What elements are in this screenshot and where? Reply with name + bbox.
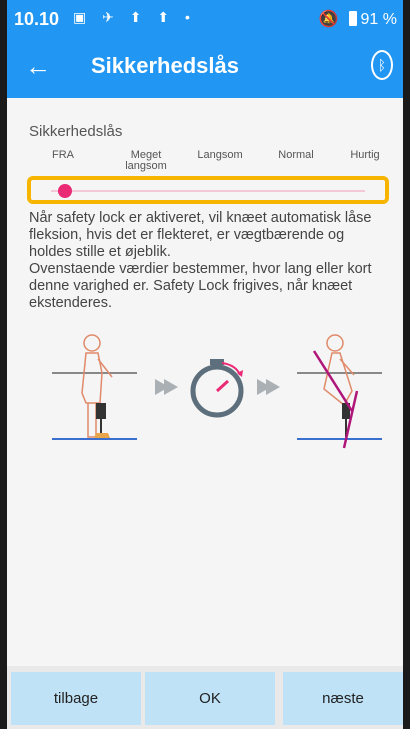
slider-label-langsom: Langsom [197,149,243,161]
phone-screen: 10.10 ▣ ✈ ⬆ ⬆ • 🔕 91 % ← Sikkerhedslås ᛒ … [7,0,403,729]
status-bar: 10.10 ▣ ✈ ⬆ ⬆ • 🔕 91 % [7,0,403,36]
back-button[interactable]: tilbage [11,672,141,725]
arrow-right-icon [155,379,178,395]
slider-label-normal: Normal [278,149,314,161]
safety-lock-illustration [52,334,382,449]
slider-label-fra: FRA [52,149,74,161]
standing-person-figure [52,334,137,440]
main-content: Sikkerhedslås FRA Meget langsom Langsom … [7,98,403,666]
bluetooth-icon[interactable]: ᛒ [371,50,393,80]
battery-percent: 91 % [360,11,397,28]
arrow-right-icon [257,379,280,395]
bent-person-figure [297,334,382,449]
description-text: Når safety lock er aktiveret, vil knæet … [29,210,372,311]
slider-thumb[interactable] [58,184,72,198]
clock: 10.10 [14,9,60,29]
slider-label-hurtig: Hurtig [350,149,380,161]
notification-icons: ▣ ✈ ⬆ ⬆ • [73,9,196,25]
mute-icon: 🔕 [318,11,339,28]
slider-label-meget-langsom: Meget langsom [125,149,167,172]
stopwatch-icon [190,359,244,418]
page-title: Sikkerhedslås [91,53,239,78]
slider-track[interactable] [51,190,365,192]
ok-button[interactable]: OK [145,672,275,725]
safety-lock-slider-highlight [27,176,389,204]
bottom-bar: tilbage OK næste [7,666,403,729]
back-arrow-icon[interactable]: ← [25,51,51,82]
status-icons: 🔕 91 % [319,9,397,29]
battery-icon [348,11,357,26]
app-bar: ← Sikkerhedslås ᛒ [7,36,403,98]
section-title: Sikkerhedslås [29,123,123,140]
next-button[interactable]: næste [283,672,403,725]
